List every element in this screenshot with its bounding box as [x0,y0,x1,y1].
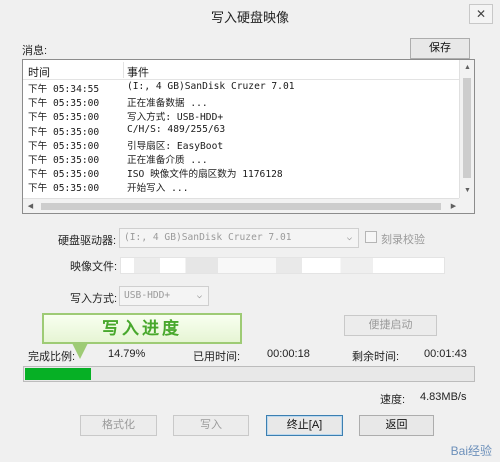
log-event: 开始写入 ... [127,183,189,195]
drive-select-value: (I:, 4 GB)SanDisk Cruzer 7.01 [124,232,292,243]
image-file-field[interactable] [120,257,445,274]
horizontal-scroll-thumb[interactable] [41,203,441,210]
portable-boot-button[interactable]: 便捷启动 [344,315,437,336]
annotation-callout: 写入进度 [42,313,242,344]
close-button[interactable]: ✕ [469,4,493,24]
chevron-down-icon: ⌵ [196,291,203,301]
vertical-scroll-thumb[interactable] [463,78,471,178]
scroll-left-icon[interactable]: ◀ [23,199,38,213]
image-file-label: 映像文件: [70,261,118,273]
column-divider [123,62,124,78]
log-time: 下午 05:35:00 [28,126,100,138]
chevron-down-icon: ⌵ [346,233,353,243]
write-progress-bar [23,366,475,382]
log-row: 下午 05:35:00 ISO 映像文件的扇区数为 1176128 [23,166,461,180]
annotation-text: 写入进度 [102,319,182,338]
horizontal-scrollbar[interactable]: ◀ ▶ [23,198,461,213]
log-time: 下午 05:35:00 [28,140,100,152]
completion-value: 14.79% [108,348,146,360]
back-button[interactable]: 返回 [359,415,434,436]
vertical-scrollbar[interactable]: ▲ ▼ [459,60,474,198]
log-header: 时间 事件 [23,60,461,80]
scroll-up-icon[interactable]: ▲ [460,60,474,75]
log-rows: 下午 05:34:55 (I:, 4 GB)SanDisk Cruzer 7.01… [23,81,461,195]
log-time: 下午 05:35:00 [28,112,100,124]
verify-checkbox[interactable] [365,231,377,243]
drive-label: 硬盘驱动器: [58,235,117,247]
verify-label: 刻录校验 [381,234,425,246]
log-row: 下午 05:35:00 正在准备介质 ... [23,152,461,166]
log-time: 下午 05:35:00 [28,154,100,166]
column-header-event[interactable]: 事件 [127,64,149,80]
title-bar: 写入硬盘映像 ✕ [0,0,500,30]
format-button[interactable]: 格式化 [80,415,157,436]
elapsed-value: 00:00:18 [267,348,310,360]
log-event: 正在准备数据 ... [127,98,208,110]
remaining-value: 00:01:43 [424,348,467,360]
speed-value: 4.83MB/s [420,391,467,403]
log-row: 下午 05:35:00 C/H/S: 489/255/63 [23,124,461,138]
write-button[interactable]: 写入 [173,415,249,436]
save-button[interactable]: 保存 [410,38,470,59]
column-header-time[interactable]: 时间 [28,64,50,80]
write-mode-select[interactable]: USB-HDD+ ⌵ [119,286,209,306]
stop-button[interactable]: 终止[A] [266,415,343,436]
log-time: 下午 05:34:55 [28,84,100,95]
log-row: 下午 05:34:55 (I:, 4 GB)SanDisk Cruzer 7.01 [23,81,461,95]
log-event: 正在准备介质 ... [127,154,208,166]
log-time: 下午 05:35:00 [28,98,100,110]
log-event: C/H/S: 489/255/63 [127,123,226,135]
log-event: (I:, 4 GB)SanDisk Cruzer 7.01 [127,81,295,92]
window-title: 写入硬盘映像 [210,10,289,25]
progress-fill [25,368,91,380]
log-row: 下午 05:35:00 正在准备数据 ... [23,95,461,109]
log-time: 下午 05:35:00 [28,183,100,195]
log-row: 下午 05:35:00 开始写入 ... [23,180,461,194]
remaining-label: 剩余时间: [352,351,400,363]
message-log[interactable]: 时间 事件 下午 05:34:55 (I:, 4 GB)SanDisk Cruze… [22,59,475,214]
speed-label: 速度: [380,394,406,406]
write-mode-value: USB-HDD+ [124,290,171,301]
log-time: 下午 05:35:00 [28,169,100,181]
scroll-down-icon[interactable]: ▼ [460,183,474,198]
scroll-corner [459,198,474,213]
drive-select[interactable]: (I:, 4 GB)SanDisk Cruzer 7.01 ⌵ [119,228,359,248]
watermark-text: Bai经验 [450,444,492,458]
write-mode-label: 写入方式: [70,293,118,305]
messages-label: 消息: [22,45,48,57]
completion-label: 完成比例: [28,351,76,363]
log-event: ISO 映像文件的扇区数为 1176128 [127,169,283,181]
close-icon: ✕ [475,7,487,21]
log-event: 写入方式: USB-HDD+ [127,112,224,124]
log-row: 下午 05:35:00 写入方式: USB-HDD+ [23,109,461,123]
elapsed-label: 已用时间: [193,351,241,363]
log-row: 下午 05:35:00 引导扇区: EasyBoot [23,138,461,152]
log-event: 引导扇区: EasyBoot [127,140,224,152]
